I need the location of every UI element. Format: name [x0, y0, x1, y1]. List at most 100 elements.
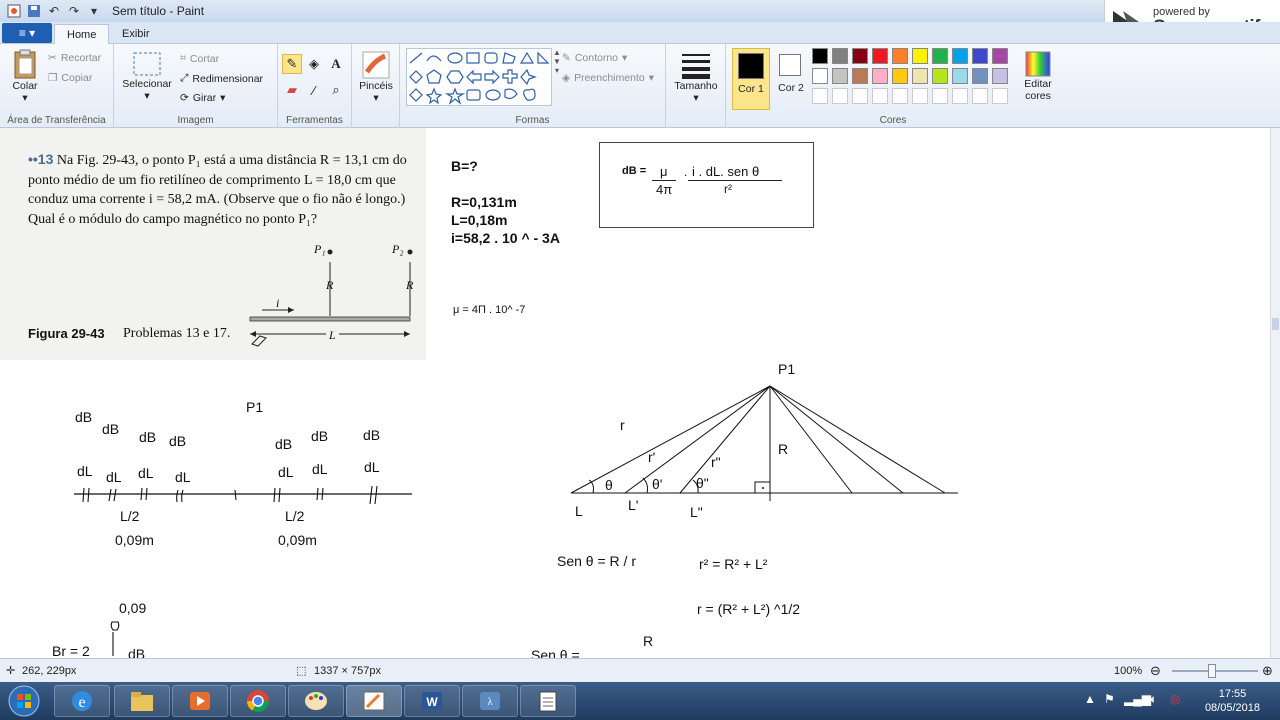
scroll-up-icon[interactable]: ▲: [553, 48, 561, 57]
outline-button[interactable]: ✎ Contorno ▾: [562, 52, 627, 64]
customize-toolbar-icon[interactable]: ▾: [86, 3, 102, 19]
window-title: Sem título - Paint: [112, 4, 205, 18]
palette-color-swatch[interactable]: [912, 68, 928, 84]
shapes-gallery-icons: [409, 51, 550, 105]
palette-color-swatch[interactable]: [812, 48, 828, 64]
palette-color-swatch[interactable]: [872, 48, 888, 64]
expand-gallery-icon[interactable]: ▾: [555, 66, 559, 75]
taskbar-word[interactable]: W: [404, 685, 460, 717]
taskbar-paint-app[interactable]: [288, 685, 344, 717]
custom-color-slot[interactable]: [832, 88, 848, 104]
pencil-tool-icon[interactable]: ✎: [282, 54, 302, 74]
custom-color-slot[interactable]: [972, 88, 988, 104]
size-button[interactable]: Tamanho ▾: [672, 50, 720, 104]
color1-button[interactable]: Cor 1: [732, 48, 770, 110]
undo-icon[interactable]: ↶: [46, 3, 62, 19]
palette-color-swatch[interactable]: [832, 48, 848, 64]
palette-color-swatch[interactable]: [932, 48, 948, 64]
taskbar-explorer[interactable]: [114, 685, 170, 717]
custom-color-slot[interactable]: [952, 88, 968, 104]
palette-color-swatch[interactable]: [932, 68, 948, 84]
copy-button[interactable]: ❐ Copiar: [48, 72, 92, 84]
palette-color-swatch[interactable]: [892, 48, 908, 64]
palette-color-swatch[interactable]: [892, 68, 908, 84]
zoom-slider-thumb[interactable]: [1208, 664, 1216, 678]
fill-button[interactable]: ◈ Preenchimento ▾: [562, 72, 654, 84]
palette-color-swatch[interactable]: [812, 68, 828, 84]
palette-color-swatch[interactable]: [852, 68, 868, 84]
tray-antivirus-icon[interactable]: ◎: [1170, 692, 1180, 706]
brushes-button[interactable]: Pincéis ▾: [356, 50, 396, 104]
palette-color-swatch[interactable]: [852, 48, 868, 64]
tab-view[interactable]: Exibir: [110, 24, 162, 44]
fill-dropdown-icon: ▾: [648, 72, 654, 84]
shapes-gallery-scroll[interactable]: ▲ ▼ ▾: [552, 48, 562, 106]
zoom-in-icon[interactable]: ⊕: [1262, 663, 1273, 679]
crop-button[interactable]: ⌗ Cortar: [180, 52, 219, 65]
color-picker-tool-icon[interactable]: ⁄: [304, 80, 324, 100]
tools-group-label: Ferramentas: [286, 115, 343, 126]
system-clock[interactable]: 17:55 08/05/2018: [1205, 687, 1260, 715]
drawing-canvas[interactable]: ••13 Na Fig. 29-43, o ponto P₁ está a um…: [0, 128, 1270, 658]
shapes-gallery[interactable]: [406, 48, 552, 106]
custom-color-slot[interactable]: [932, 88, 948, 104]
palette-color-swatch[interactable]: [972, 48, 988, 64]
palette-color-swatch[interactable]: [952, 48, 968, 64]
pythagoras-equation: r² = R² + L²: [699, 556, 768, 572]
vertical-scrollbar[interactable]: [1270, 128, 1280, 658]
taskbar-math-app[interactable]: λ: [462, 685, 518, 717]
edit-colors-button[interactable]: Editar cores: [1018, 50, 1058, 102]
resize-button[interactable]: ⤢ Redimensionar: [180, 72, 263, 85]
custom-color-slot[interactable]: [872, 88, 888, 104]
taskbar-paint-active[interactable]: [346, 685, 402, 717]
custom-color-slot[interactable]: [812, 88, 828, 104]
save-icon[interactable]: [26, 3, 42, 19]
tools-group: ✎ ◈ A ▰ ⁄ ⌕ Ferramentas: [278, 44, 352, 128]
palette-color-swatch[interactable]: [992, 48, 1008, 64]
palette-color-swatch[interactable]: [872, 68, 888, 84]
palette-color-swatch[interactable]: [992, 68, 1008, 84]
palette-color-swatch[interactable]: [832, 68, 848, 84]
tray-network-icon[interactable]: ▂▄▆: [1124, 692, 1151, 706]
scroll-thumb[interactable]: [1272, 318, 1279, 330]
scroll-down-icon[interactable]: ▼: [553, 57, 561, 66]
select-button[interactable]: Selecionar ▾: [120, 50, 174, 102]
taskbar-chrome[interactable]: [230, 685, 286, 717]
left-p1-label: P1: [246, 399, 264, 415]
taskbar-ie[interactable]: e: [54, 685, 110, 717]
start-button[interactable]: [4, 684, 44, 718]
palette-color-swatch[interactable]: [972, 68, 988, 84]
magnifier-tool-icon[interactable]: ⌕: [326, 80, 346, 100]
color2-button[interactable]: Cor 2: [774, 48, 808, 110]
tray-volume-icon[interactable]: 🔈︎: [1150, 692, 1157, 707]
tray-flag-icon[interactable]: ⚑: [1104, 692, 1115, 706]
palette-color-swatch[interactable]: [912, 48, 928, 64]
tray-expand-icon[interactable]: ▲: [1084, 692, 1096, 706]
custom-color-slot[interactable]: [992, 88, 1008, 104]
file-menu-button[interactable]: ≡ ▾: [2, 23, 52, 43]
text-tool-icon[interactable]: A: [326, 54, 346, 74]
palette-color-swatch[interactable]: [952, 68, 968, 84]
taskbar-media[interactable]: [172, 685, 228, 717]
internet-explorer-icon: e: [72, 691, 92, 711]
windows-taskbar: e W λ ▲ ⚑ ▂▄▆ 🔈︎ ◎ 17:55 08/05/2018: [0, 682, 1280, 720]
fill-bucket-tool-icon[interactable]: ◈: [304, 54, 324, 74]
custom-color-slot[interactable]: [852, 88, 868, 104]
cut-button[interactable]: ✂ Recortar: [48, 52, 101, 64]
custom-color-slot[interactable]: [912, 88, 928, 104]
paste-button[interactable]: Colar ▾: [6, 48, 44, 104]
rotate-button[interactable]: ⟳ Girar ▾: [180, 92, 225, 104]
image-group: Selecionar ▾ ⌗ Cortar ⤢ Redimensionar ⟳ …: [114, 44, 278, 128]
select-dropdown-icon: ▾: [144, 90, 150, 102]
custom-color-slot[interactable]: [892, 88, 908, 104]
folder-icon: [131, 692, 153, 711]
tab-home[interactable]: Home: [54, 24, 110, 44]
problem-text: ••13 Na Fig. 29-43, o ponto P₁ está a um…: [28, 151, 407, 227]
redo-icon[interactable]: ↷: [66, 3, 82, 19]
given-l: L=0,18m: [451, 212, 508, 228]
eraser-tool-icon[interactable]: ▰: [282, 80, 302, 100]
zoom-out-icon[interactable]: ⊖: [1150, 663, 1161, 679]
size-group: Tamanho ▾: [666, 44, 726, 128]
colors-group-label: Cores: [879, 115, 907, 126]
taskbar-notepad[interactable]: [520, 685, 576, 717]
